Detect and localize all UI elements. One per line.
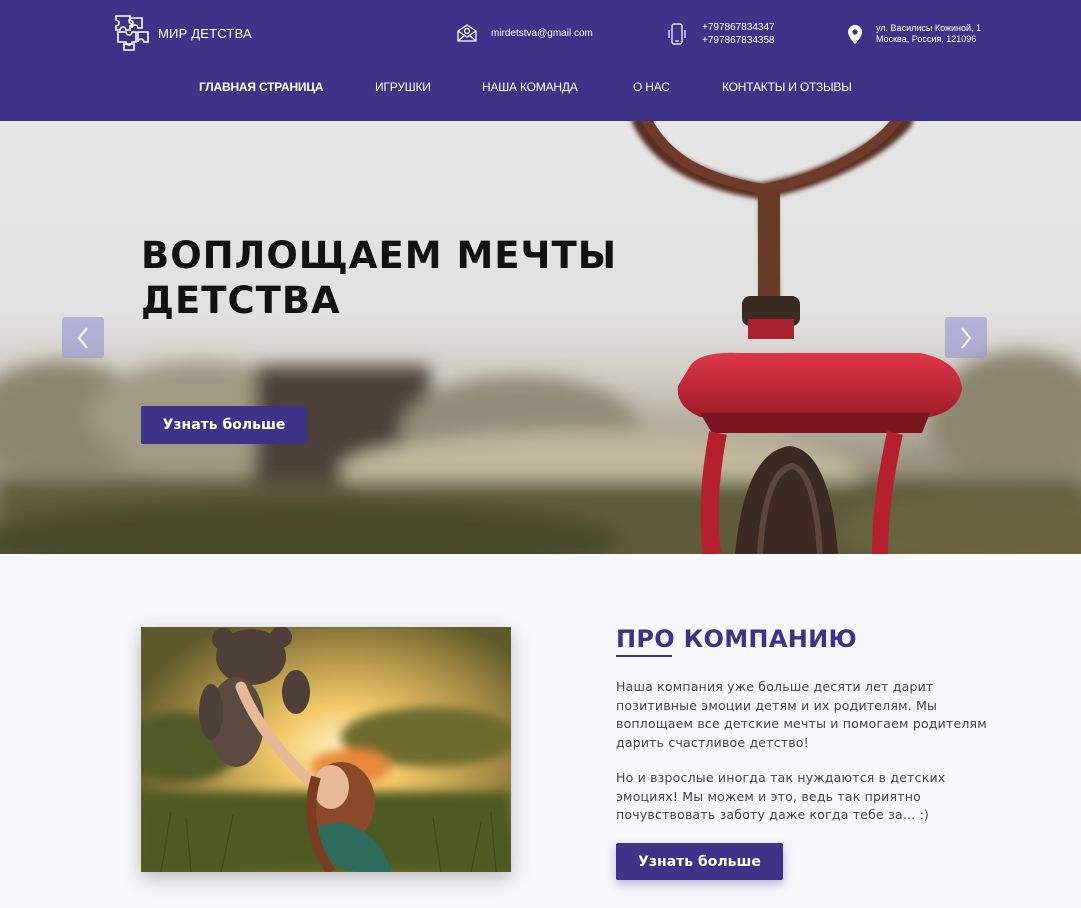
about-title: ПРО КОМПАНИЮ (616, 625, 857, 653)
logo-text: МИР ДЕТСТВА (158, 25, 252, 41)
about-paragraph-2: Но и взрослые иногда так нуждаются в дет… (616, 770, 946, 822)
nav-item-contacts[interactable]: КОНТАКТЫ И ОТЗЫВЫ (722, 80, 852, 94)
header-phones[interactable]: +797867834347 +797867834358 (667, 21, 775, 47)
location-pin-icon (848, 24, 862, 44)
nav-item-team[interactable]: НАША КОМАНДА (482, 80, 578, 94)
header-address[interactable]: ул. Василисы Кожиной, 1 Москва, Россия, … (847, 23, 981, 45)
slider-next-button[interactable] (945, 317, 987, 358)
hero-title: ВОПЛОЩАЕМ МЕЧТЫ ДЕТСТВА (141, 233, 661, 323)
mail-icon (457, 24, 477, 42)
phone-number-2: +797867834358 (702, 35, 775, 46)
nav-item-about[interactable]: О НАС (633, 80, 670, 94)
address-line-1: ул. Василисы Кожиной, 1 (876, 23, 982, 33)
phone-icon (668, 23, 686, 45)
about-learn-more-button[interactable]: Узнать больше (616, 843, 783, 880)
main-nav: ГЛАВНАЯ СТРАНИЦА ИГРУШКИ НАША КОМАНДА О … (0, 80, 1081, 96)
hero-learn-more-button[interactable]: Узнать больше (141, 406, 307, 444)
about-paragraph-1: Наша компания уже больше десяти лет дари… (616, 679, 987, 750)
logo[interactable]: МИР ДЕТСТВА (110, 12, 252, 54)
site-header: МИР ДЕТСТВА mirdetstva@gmail.com +797867… (0, 0, 1081, 121)
email-text: mirdetstva@gmail.com (491, 27, 593, 39)
hero-title-line-2: ДЕТСТВА (141, 279, 341, 322)
header-email[interactable]: mirdetstva@gmail.com (456, 23, 593, 43)
nav-item-toys[interactable]: ИГРУШКИ (375, 80, 431, 94)
hero-title-line-1: ВОПЛОЩАЕМ МЕЧТЫ (141, 234, 618, 277)
puzzle-logo-icon (115, 15, 149, 51)
about-photo (141, 627, 511, 872)
slider-prev-button[interactable] (62, 317, 104, 358)
chevron-left-icon (77, 326, 88, 349)
hero-bicycle-image (0, 121, 1081, 554)
girl-with-teddy-image (141, 627, 511, 872)
title-underline (616, 655, 672, 657)
address-line-2: Москва, Россия, 121096 (876, 34, 977, 44)
hero-slider: ВОПЛОЩАЕМ МЕЧТЫ ДЕТСТВА Узнать больше (0, 121, 1081, 554)
phone-number-1: +797867834347 (702, 22, 775, 33)
nav-item-home[interactable]: ГЛАВНАЯ СТРАНИЦА (199, 80, 324, 94)
chevron-right-icon (961, 326, 972, 349)
